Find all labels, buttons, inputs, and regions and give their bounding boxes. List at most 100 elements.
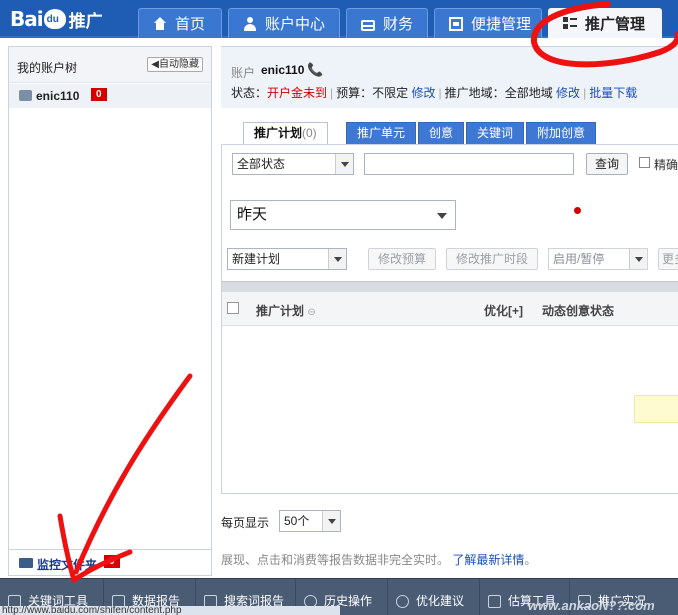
nav-tab-label: 便捷管理 xyxy=(471,16,532,33)
col-plan-label: 推广计划 xyxy=(256,304,305,318)
phone-icon[interactable]: 📞 xyxy=(307,62,323,78)
notice-link[interactable]: 了解最新详情 xyxy=(452,553,524,567)
nav-tab-finance[interactable]: 财务 xyxy=(346,8,428,38)
chevron-down-icon xyxy=(328,249,346,269)
subtab-label: 关键词 xyxy=(477,126,514,140)
subtab-creatives[interactable]: 创意 xyxy=(418,122,465,144)
subtab-extra-creatives[interactable]: 附加创意 xyxy=(526,122,597,144)
baidu-logo[interactable]: Bai du 推广 xyxy=(10,6,103,32)
account-label: 账户 xyxy=(231,66,256,80)
subtab-label: 创意 xyxy=(429,126,454,140)
window-icon xyxy=(449,16,463,31)
top-nav-bar: Bai du 推广 首页 账户中心 财务 便捷管理 推广管理 xyxy=(0,0,678,38)
new-plan-label: 新建计划 xyxy=(232,252,281,266)
status-label: 状态： xyxy=(231,86,268,100)
subtab-label: 推广单元 xyxy=(357,126,406,140)
nav-tab-label: 账户中心 xyxy=(265,16,326,33)
chevron-down-icon xyxy=(335,154,353,174)
more-button[interactable]: 更多 xyxy=(658,248,678,270)
per-page-label: 每页显示 xyxy=(221,516,270,530)
calculator-icon xyxy=(488,595,501,608)
tooltip-box xyxy=(634,395,678,423)
account-status-line: 状态：开户金未到 | 预算：不限定 修改 | 推广地域：全部地域 修改 | 批量下载 xyxy=(231,86,638,100)
per-page-select[interactable]: 50个 xyxy=(279,510,341,532)
select-all-checkbox[interactable] xyxy=(227,302,239,314)
logo-paw-text: du xyxy=(46,14,59,25)
logo-text: Bai xyxy=(10,7,44,31)
col-header-plan[interactable]: 推广计划 ⊖ xyxy=(256,302,316,319)
date-range-select[interactable]: 昨天 xyxy=(230,200,456,230)
account-count-badge: 0 xyxy=(91,88,107,101)
folder-icon xyxy=(19,558,33,568)
edit-budget-label: 修改预算 xyxy=(377,252,426,266)
subtab-ad-groups[interactable]: 推广单元 xyxy=(346,122,417,144)
monitor-folder-badge: 0 xyxy=(104,555,120,568)
account-name: enic110 xyxy=(261,63,305,77)
budget-label: 预算： xyxy=(336,86,373,100)
region-value: 全部地域 xyxy=(504,86,553,100)
logo-suffix: 推广 xyxy=(68,11,103,31)
budget-value: 不限定 xyxy=(372,86,409,100)
nav-tab-label: 财务 xyxy=(383,16,414,33)
account-tree-title: 我的账户树 xyxy=(17,61,78,75)
lightbulb-icon xyxy=(396,595,409,608)
account-tree-panel: 我的账户树 ◀自动隐藏 enic110 0 监控文件夹 0 xyxy=(8,46,212,576)
table-scrollbar[interactable] xyxy=(222,281,678,292)
budget-edit-link[interactable]: 修改 xyxy=(412,86,436,100)
exact-match-checkbox[interactable] xyxy=(639,157,650,168)
exact-match-label: 精确 xyxy=(654,158,678,172)
search-input[interactable] xyxy=(364,153,574,175)
edit-schedule-label: 修改推广时段 xyxy=(455,252,528,266)
subtab-label: 附加创意 xyxy=(537,126,586,140)
query-button[interactable]: 查询 xyxy=(586,153,628,175)
watermark-text: www.ankaoN??.com xyxy=(528,598,655,613)
user-icon xyxy=(243,16,257,31)
status-value: 开户金未到 xyxy=(267,86,328,100)
account-tree-item[interactable]: enic110 0 xyxy=(9,84,211,108)
subtab-keywords[interactable]: 关键词 xyxy=(466,122,525,144)
monitor-folder-label: 监控文件夹 xyxy=(37,558,98,572)
nav-tab-promotion-manage[interactable]: 推广管理 xyxy=(548,8,662,38)
chevron-down-icon xyxy=(322,511,340,531)
nav-tab-label: 首页 xyxy=(175,16,206,33)
chevron-down-icon xyxy=(629,249,647,269)
nav-tab-quick-manage[interactable]: 便捷管理 xyxy=(434,8,542,38)
grid-icon xyxy=(563,16,577,31)
notice-text: 展现、点击和消费等报告数据非完全实时。 xyxy=(221,553,450,567)
subtab-campaigns[interactable]: 推广计划(0) xyxy=(243,122,328,145)
more-label: 更多 xyxy=(662,252,678,266)
campaign-main-panel: 全部状态 查询 精确 昨天 新建计划 修改预算 修改推广时段 启用/暂停 更多 … xyxy=(221,144,678,494)
status-bar-url: http://www.baidu.com/shifen/content.php xyxy=(0,606,340,615)
per-page-value: 50个 xyxy=(284,514,310,528)
region-label: 推广地域： xyxy=(444,86,505,100)
auto-hide-label: 自动隐藏 xyxy=(159,59,199,70)
caret-down-icon xyxy=(437,213,447,219)
auto-hide-button[interactable]: ◀自动隐藏 xyxy=(147,57,203,72)
new-plan-select[interactable]: 新建计划 xyxy=(227,248,347,270)
account-tree-item-name: enic110 xyxy=(36,89,80,103)
paw-icon: du xyxy=(43,9,66,29)
account-icon xyxy=(19,90,32,101)
edit-budget-button[interactable]: 修改预算 xyxy=(368,248,436,270)
edit-schedule-button[interactable]: 修改推广时段 xyxy=(446,248,538,270)
status-filter-value: 全部状态 xyxy=(237,157,286,171)
data-notice: 展现、点击和消费等报告数据非完全实时。 了解最新详情。 xyxy=(221,553,537,567)
card-icon xyxy=(361,20,375,31)
nav-tab-label: 推广管理 xyxy=(585,16,646,33)
enable-pause-select[interactable]: 启用/暂停 xyxy=(548,248,648,270)
subtab-count: (0) xyxy=(302,126,317,140)
sort-icon: ⊖ xyxy=(307,307,316,318)
batch-download-link[interactable]: 批量下载 xyxy=(589,86,637,100)
col-header-optimize[interactable]: 优化[+] xyxy=(484,302,523,319)
tool-optimize[interactable]: 优化建议 xyxy=(388,579,480,615)
campaign-table-header: 推广计划 ⊖ 优化[+] 动态创意状态 xyxy=(222,292,678,326)
query-button-label: 查询 xyxy=(594,157,619,171)
red-dot-marker xyxy=(574,207,581,214)
region-edit-link[interactable]: 修改 xyxy=(556,86,580,100)
account-info-box: 账户 enic110 📞 状态：开户金未到 | 预算：不限定 修改 | 推广地域：全部地… xyxy=(221,46,678,108)
nav-tab-home[interactable]: 首页 xyxy=(138,8,222,38)
status-filter-select[interactable]: 全部状态 xyxy=(232,153,354,175)
monitor-folder-item[interactable]: 监控文件夹 0 xyxy=(9,549,211,575)
subtab-label: 推广计划 xyxy=(254,126,303,140)
nav-tab-account-center[interactable]: 账户中心 xyxy=(228,8,340,38)
